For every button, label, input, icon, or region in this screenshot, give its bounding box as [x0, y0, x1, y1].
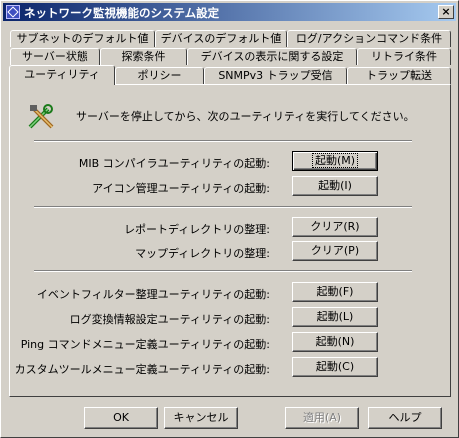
start-icon-manager-button[interactable]: 起動(I) [292, 176, 378, 196]
start-log-conversion-button[interactable]: 起動(L) [292, 307, 378, 327]
settings-dialog: ネットワーク監視機能のシステム設定 × サブネットのデフォルト値 デバイスのデフ… [0, 0, 459, 438]
tab-trap-forward[interactable]: トラップ転送 [347, 67, 451, 84]
instruction-message: サーバーを停止してから、次のユーティリティを実行してください。 [76, 110, 415, 123]
utilities-panel: サーバーを停止してから、次のユーティリティを実行してください。 MIB コンパイ… [9, 84, 451, 397]
help-button[interactable]: ヘルプ [368, 407, 442, 429]
map-directory-label: マップディレクトリの整理: [135, 247, 270, 260]
mib-compiler-label: MIB コンパイラユーティリティの起動: [78, 157, 270, 170]
tab-device-display[interactable]: デバイスの表示に関する設定 [187, 48, 357, 65]
cancel-button[interactable]: キャンセル [164, 407, 238, 429]
tab-snmpv3-trap[interactable]: SNMPv3 トラップ受信 [204, 67, 347, 84]
clear-report-directory-button[interactable]: クリア(R) [292, 217, 378, 237]
ok-button[interactable]: OK [84, 407, 158, 429]
event-filter-label: イベントフィルター整理ユーティリティの起動: [36, 288, 270, 301]
tab-device-defaults[interactable]: デバイスのデフォルト値 [155, 30, 287, 47]
report-directory-label: レポートディレクトリの整理: [124, 223, 270, 236]
tab-policy[interactable]: ポリシー [115, 67, 204, 84]
ping-menu-label: Ping コマンドメニュー定義ユーティリティの起動: [20, 338, 270, 351]
separator [34, 206, 412, 208]
clear-map-directory-button[interactable]: クリア(P) [292, 241, 378, 261]
start-custom-tool-menu-button[interactable]: 起動(C) [292, 357, 378, 377]
separator [34, 140, 412, 142]
start-event-filter-button[interactable]: 起動(F) [292, 282, 378, 302]
tab-discovery[interactable]: 探索条件 [100, 48, 187, 65]
tab-retry[interactable]: リトライ条件 [357, 48, 451, 65]
tab-utilities[interactable]: ユーティリティ [9, 65, 115, 85]
icon-manager-label: アイコン管理ユーティリティの起動: [92, 182, 270, 195]
app-icon [6, 5, 20, 19]
custom-tool-menu-label: カスタムツールメニュー定義ユーティリティの起動: [14, 363, 270, 376]
tab-subnet-defaults[interactable]: サブネットのデフォルト値 [10, 30, 155, 47]
log-conversion-label: ログ変換情報設定ユーティリティの起動: [69, 313, 270, 326]
tab-log-action-command[interactable]: ログ/アクションコマンド条件 [287, 30, 451, 47]
close-button[interactable]: × [438, 5, 454, 19]
apply-button[interactable]: 適用(A) [285, 407, 359, 429]
tools-icon [28, 104, 54, 129]
separator [34, 270, 412, 272]
title-bar[interactable]: ネットワーク監視機能のシステム設定 × [3, 3, 456, 21]
start-ping-menu-button[interactable]: 起動(N) [292, 332, 378, 352]
tab-server-status[interactable]: サーバー状態 [10, 48, 100, 65]
start-mib-compiler-button[interactable]: 起動(M) [292, 151, 378, 171]
window-title: ネットワーク監視機能のシステム設定 [24, 6, 220, 20]
